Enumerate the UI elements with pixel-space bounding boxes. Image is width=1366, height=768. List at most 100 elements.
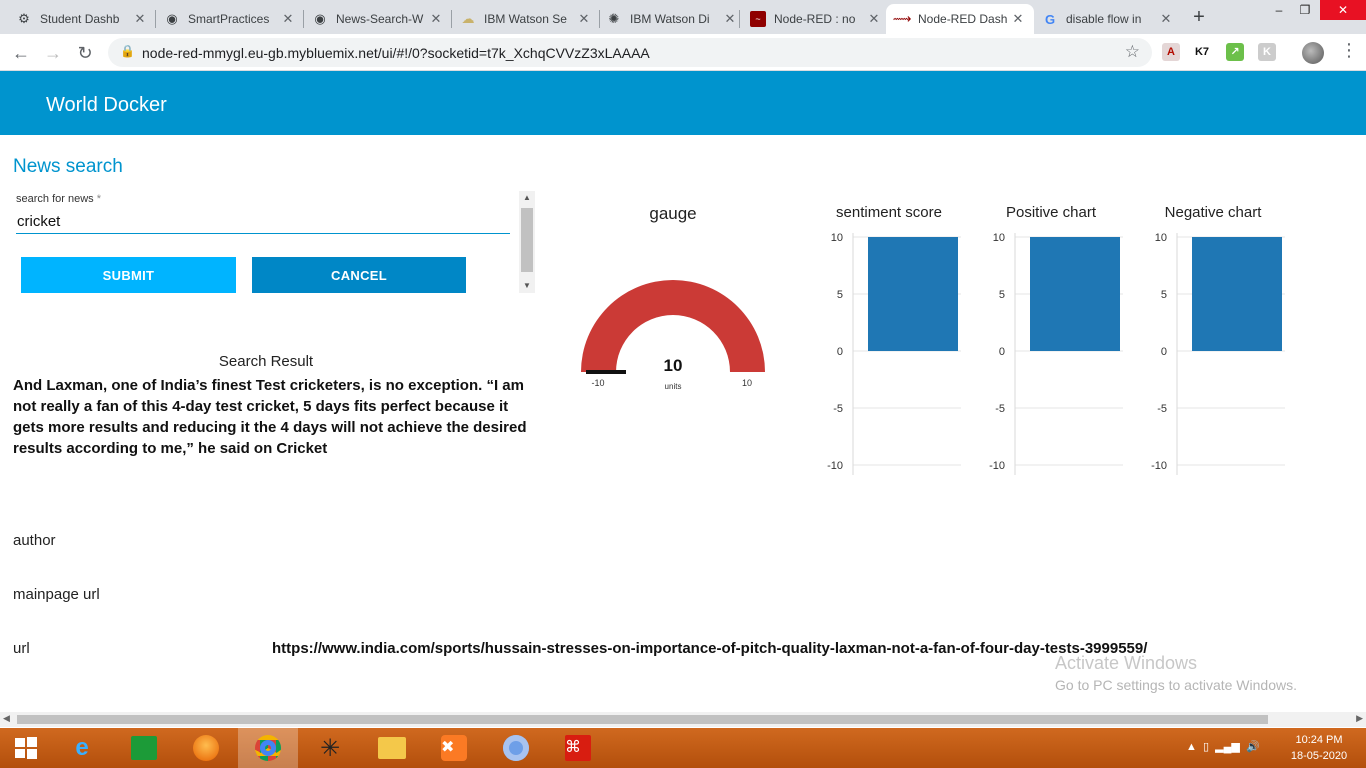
- scroll-down-arrow-icon[interactable]: ▼: [519, 279, 535, 293]
- internet-explorer-icon[interactable]: e: [52, 728, 112, 768]
- reload-button[interactable]: ↻: [72, 40, 98, 66]
- activate-windows-watermark: Activate Windows: [1055, 653, 1198, 673]
- close-icon[interactable]: ✕: [1158, 11, 1174, 27]
- lock-icon: 🔒: [120, 44, 135, 58]
- required-marker: *: [96, 193, 101, 205]
- spider-app-icon[interactable]: ✳: [300, 728, 360, 768]
- profile-avatar[interactable]: [1302, 42, 1324, 64]
- positive-chart: Positive chart 10 5 0 -5 -10: [971, 200, 1131, 480]
- restore-button[interactable]: ❐: [1290, 0, 1320, 20]
- new-tab-button[interactable]: +: [1187, 5, 1211, 29]
- form-scrollbar[interactable]: ▲ ▼: [519, 191, 535, 293]
- browser-tab[interactable]: ◉ SmartPractices ✕: [156, 4, 304, 34]
- chart-plot: 10 5 0 -5 -10: [827, 232, 961, 475]
- window-close-button[interactable]: ✕: [1320, 0, 1366, 20]
- scroll-thumb[interactable]: [17, 715, 1268, 724]
- gauge: 10 units -10 10: [581, 280, 765, 391]
- search-label-text: search for news: [16, 193, 94, 205]
- cloud-icon: ☁: [461, 11, 475, 26]
- y-tick-label: -5: [995, 403, 1005, 415]
- gauge-needle: [586, 370, 626, 374]
- address-bar[interactable]: 🔒 node-red-mmygl.eu-gb.mybluemix.net/ui/…: [108, 38, 1152, 67]
- close-icon[interactable]: ✕: [132, 11, 148, 27]
- scroll-left-arrow-icon[interactable]: ◀: [3, 713, 10, 724]
- scroll-up-arrow-icon[interactable]: ▲: [519, 191, 535, 205]
- github-icon: ◉: [166, 11, 178, 26]
- windows-taskbar: e ✳ ✖ ⌘ ▲ ▯ ▂▄▆ 🔊 10:24 PM 18-05-2020: [0, 728, 1366, 768]
- close-icon[interactable]: ✕: [1010, 11, 1026, 27]
- y-tick-label: -5: [1157, 403, 1167, 415]
- activate-windows-hint: Go to PC settings to activate Windows.: [1055, 677, 1297, 693]
- negative-chart: Negative chart 10 5 0 -5 -10: [1133, 200, 1293, 480]
- clock-time: 10:24 PM: [1295, 734, 1343, 746]
- watson-icon: ✺: [608, 11, 620, 26]
- browser-menu-icon[interactable]: ⋮: [1340, 40, 1358, 61]
- browser-tab[interactable]: ~ Node-RED : no ✕: [742, 4, 890, 34]
- tab-label: IBM Watson Se: [484, 12, 567, 26]
- browser-tab[interactable]: ☁ IBM Watson Se ✕: [452, 4, 600, 34]
- node-red-icon: ~: [750, 11, 766, 27]
- close-icon[interactable]: ✕: [280, 11, 296, 27]
- browser-tab-active[interactable]: ⟿ Node-RED Dash ✕: [886, 4, 1034, 34]
- browser-tab[interactable]: G disable flow in ✕: [1034, 4, 1182, 34]
- system-tray-icons[interactable]: ▲ ▯ ▂▄▆ 🔊: [1186, 740, 1260, 753]
- back-button[interactable]: ←: [8, 40, 34, 66]
- close-icon[interactable]: ✕: [866, 11, 882, 27]
- clock-date: 18-05-2020: [1290, 750, 1348, 762]
- y-tick-label: -10: [989, 460, 1005, 472]
- chrome-icon[interactable]: [238, 728, 298, 768]
- y-tick-label: 10: [993, 232, 1005, 244]
- bar: [1030, 237, 1120, 351]
- acrobat-icon[interactable]: ⌘: [548, 728, 608, 768]
- y-tick-label: 5: [837, 289, 843, 301]
- green-extension-icon[interactable]: ↗: [1226, 43, 1244, 61]
- cancel-button[interactable]: CANCEL: [252, 257, 466, 293]
- scroll-right-arrow-icon[interactable]: ▶: [1356, 713, 1363, 724]
- gear-icon: ⚙: [18, 11, 30, 26]
- tab-label: IBM Watson Di: [630, 12, 710, 26]
- k7-extension-icon[interactable]: K7: [1193, 43, 1211, 61]
- url-text[interactable]: node-red-mmygl.eu-gb.mybluemix.net/ui/#!…: [142, 45, 650, 61]
- gauge-units: units: [665, 382, 682, 391]
- browser-tab[interactable]: ◉ News-Search-W ✕: [304, 4, 452, 34]
- google-icon: G: [1044, 11, 1056, 27]
- page-horizontal-scrollbar[interactable]: ◀ ▶: [0, 712, 1366, 727]
- gauge-value: 10: [664, 356, 683, 375]
- acrobat-extension-icon[interactable]: A: [1162, 43, 1180, 61]
- close-icon[interactable]: ✕: [576, 11, 592, 27]
- close-icon[interactable]: ✕: [428, 11, 444, 27]
- browser-tab[interactable]: ⚙ Student Dashb ✕: [8, 4, 156, 34]
- search-input[interactable]: [16, 210, 510, 234]
- browser-tab[interactable]: ✺ IBM Watson Di ✕: [598, 4, 746, 34]
- bar: [1192, 237, 1282, 351]
- tab-label: Student Dashb: [40, 12, 120, 26]
- windows-logo-icon: [15, 737, 37, 759]
- firefox-icon[interactable]: [176, 728, 236, 768]
- scroll-thumb[interactable]: [521, 208, 533, 272]
- xampp-icon[interactable]: ✖: [424, 728, 484, 768]
- chart-plot: 10 5 0 -5 -10: [1151, 232, 1285, 475]
- tab-label: News-Search-W: [336, 12, 424, 26]
- forward-button[interactable]: →: [40, 40, 66, 66]
- chart-plot: 10 5 0 -5 -10: [989, 232, 1123, 475]
- taskbar-clock[interactable]: 10:24 PM 18-05-2020: [1284, 732, 1354, 764]
- store-icon[interactable]: [114, 728, 174, 768]
- tab-label: disable flow in: [1066, 12, 1142, 26]
- grey-extension-icon[interactable]: K: [1258, 43, 1276, 61]
- search-result-title: Search Result: [218, 353, 314, 370]
- submit-button[interactable]: SUBMIT: [21, 257, 236, 293]
- bookmark-star-icon[interactable]: ☆: [1125, 42, 1140, 62]
- start-button[interactable]: [0, 728, 52, 768]
- tab-label: Node-RED Dash: [918, 12, 1008, 26]
- y-tick-label: -10: [1151, 460, 1167, 472]
- chromium-icon[interactable]: [486, 728, 546, 768]
- file-explorer-icon[interactable]: [362, 728, 422, 768]
- url-value: https://www.india.com/sports/hussain-str…: [272, 640, 1148, 657]
- close-icon[interactable]: ✕: [722, 11, 738, 27]
- y-tick-label: 10: [831, 232, 843, 244]
- tab-label: Node-RED : no: [774, 12, 856, 26]
- y-tick-label: 5: [1161, 289, 1167, 301]
- y-tick-label: -5: [833, 403, 843, 415]
- y-tick-label: 0: [999, 346, 1005, 358]
- y-tick-label: 0: [837, 346, 843, 358]
